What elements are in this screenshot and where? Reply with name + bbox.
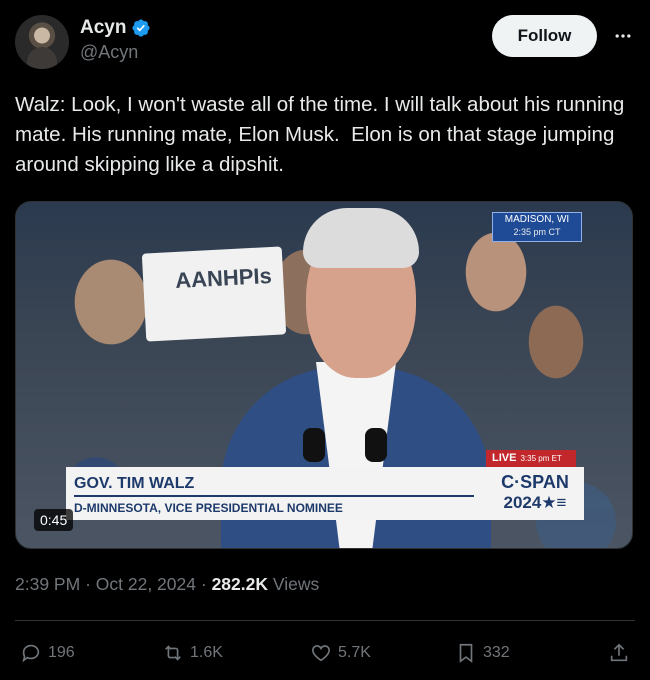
views-count: 282.2K xyxy=(211,574,268,594)
cspan-logo: C·SPAN 2024★≡ xyxy=(486,467,584,520)
like-count: 5.7K xyxy=(338,644,371,661)
repost-button[interactable]: 1.6K xyxy=(162,638,223,668)
share-button[interactable] xyxy=(608,638,630,668)
live-indicator: LIVE 3:35 pm ET xyxy=(486,450,576,467)
avatar[interactable] xyxy=(15,15,69,69)
reply-button[interactable]: 196 xyxy=(20,638,75,668)
microphone-icon xyxy=(303,428,325,462)
share-icon xyxy=(610,643,628,662)
lower-third-caption: GOV. TIM WALZ D-MINNESOTA, VICE PRESIDEN… xyxy=(66,467,486,520)
tweet-header: Acyn @Acyn Follow xyxy=(15,15,635,69)
location-text: MADISON, WI xyxy=(504,214,570,225)
reply-count: 196 xyxy=(48,644,75,661)
verified-badge-icon xyxy=(132,19,151,37)
repost-count: 1.6K xyxy=(190,644,223,661)
views-label: Views xyxy=(272,574,320,594)
microphone-icon xyxy=(365,428,387,462)
divider xyxy=(15,620,635,621)
ellipsis-icon xyxy=(615,34,631,38)
bookmark-button[interactable]: 332 xyxy=(455,638,510,668)
meta-separator: · xyxy=(85,574,96,594)
lower-third-title: D-MINNESOTA, VICE PRESIDENTIAL NOMINEE xyxy=(74,501,343,515)
live-time: 3:35 pm ET xyxy=(520,454,562,463)
heart-icon xyxy=(311,645,331,662)
reply-icon xyxy=(22,644,40,663)
bookmark-count: 332 xyxy=(483,644,510,661)
video-player[interactable]: AANHPIs MADISON, WI 2:35 pm CT LIVE 3:35 … xyxy=(15,201,633,549)
author-names: Acyn @Acyn xyxy=(80,17,151,63)
repost-icon xyxy=(165,645,181,661)
lower-third-divider xyxy=(74,495,474,497)
speaker-hair xyxy=(303,208,419,268)
network-year: 2024★≡ xyxy=(503,493,567,512)
bookmark-icon xyxy=(459,643,473,663)
tweet-metadata: 2:39 PM · Oct 22, 2024 · 282.2K Views xyxy=(15,574,319,595)
tweet-text: Walz: Look, I won't waste all of the tim… xyxy=(15,93,631,176)
location-time: 2:35 pm CT xyxy=(513,227,561,237)
live-label: LIVE xyxy=(492,452,517,464)
author-handle[interactable]: @Acyn xyxy=(80,42,151,63)
follow-button[interactable]: Follow xyxy=(492,15,597,57)
network-name: C·SPAN xyxy=(501,472,569,492)
like-button[interactable]: 5.7K xyxy=(310,638,371,668)
tweet-date[interactable]: Oct 22, 2024 xyxy=(96,574,196,594)
more-options-icon[interactable] xyxy=(611,21,635,51)
video-duration: 0:45 xyxy=(34,509,74,531)
author-display-name[interactable]: Acyn xyxy=(80,17,151,39)
author-name-text[interactable]: Acyn xyxy=(80,17,126,39)
tweet-time[interactable]: 2:39 PM xyxy=(15,574,80,594)
action-bar: 196 1.6K 5.7K 332 xyxy=(20,638,630,668)
lower-third-name: GOV. TIM WALZ xyxy=(74,475,195,492)
meta-separator: · xyxy=(200,574,212,594)
location-badge: MADISON, WI 2:35 pm CT xyxy=(492,212,582,242)
